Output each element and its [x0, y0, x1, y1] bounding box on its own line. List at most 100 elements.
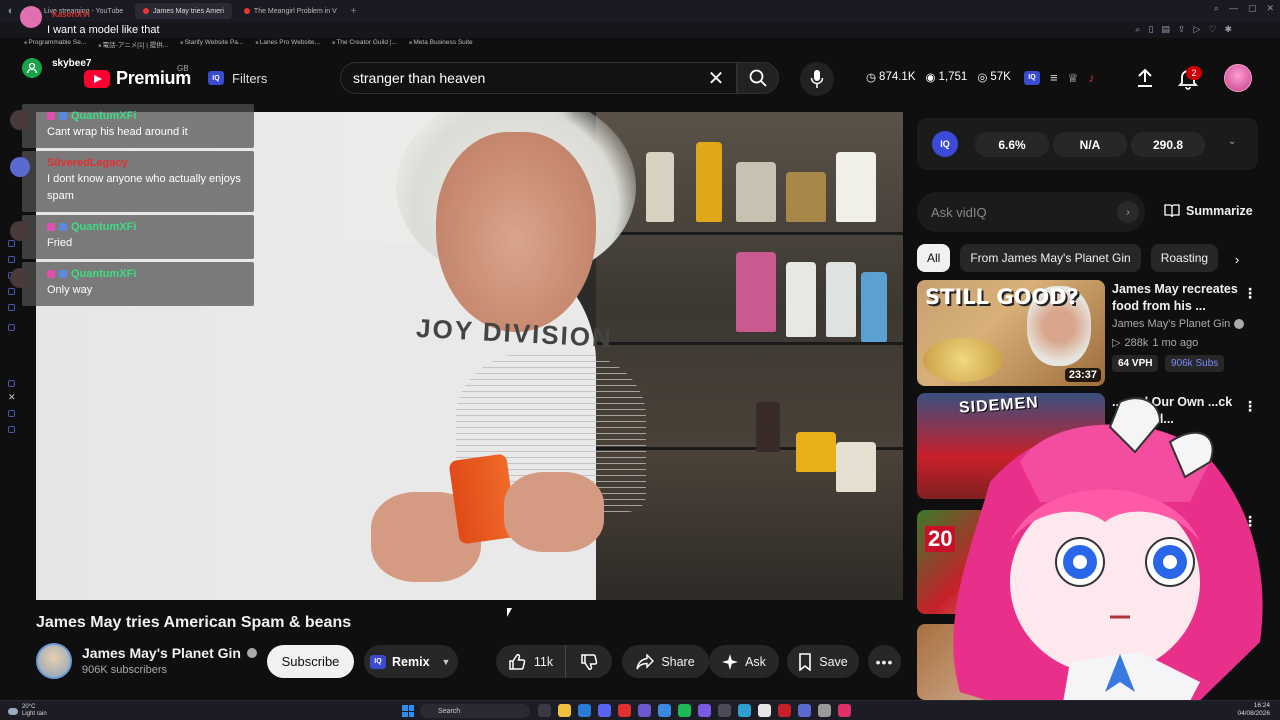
search-icon[interactable]: ⌕ — [1214, 3, 1219, 14]
vidiq-stat-pill[interactable]: 6.6% — [975, 132, 1049, 157]
search-value: stranger than heaven — [353, 70, 486, 86]
vidiq-logo-icon[interactable]: IQ — [932, 131, 958, 157]
reader-icon[interactable]: ▤ — [1161, 24, 1170, 35]
subscribe-button[interactable]: Subscribe — [267, 645, 354, 678]
address-bar[interactable]: ⌕ ▯ ▤ ⇪ ▷ ♡ ✱ — [0, 22, 1280, 38]
channel-name[interactable]: James May's Planet Gin — [1112, 318, 1230, 330]
taskbar-clock[interactable]: 16:24 04/08/2026 — [1237, 702, 1270, 718]
app-icon[interactable] — [658, 704, 671, 717]
menu-icon[interactable]: ≡ — [1050, 70, 1058, 85]
recommendation-thumbnail[interactable]: STILL GOOD? 23:37 — [917, 280, 1105, 386]
maximize-button[interactable]: ▢ — [1248, 3, 1257, 14]
puzzle-icon[interactable]: ✱ — [1224, 24, 1232, 35]
recommendation-title[interactable]: James May recreates food from his ... — [1112, 281, 1242, 315]
weather-widget[interactable]: 20°C Light rain — [8, 704, 47, 718]
bookmark-item[interactable]: Starify Website Pa... — [180, 39, 244, 49]
more-actions-button[interactable]: ••• — [868, 645, 901, 678]
like-button[interactable]: 11k — [496, 645, 566, 678]
filter-chips: All From James May's Planet Gin Roasting — [917, 244, 1219, 272]
ask-submit-button[interactable]: › — [1117, 201, 1139, 223]
extension-icon[interactable]: ▯ — [1148, 24, 1153, 35]
account-avatar[interactable] — [1224, 64, 1252, 92]
browser-menu-icon[interactable]: ◐ — [0, 0, 22, 22]
vidiq-stat-pill[interactable]: N/A — [1053, 132, 1127, 157]
bookmark-item[interactable]: Lanes Pro Website... — [255, 39, 320, 49]
voice-search-button[interactable] — [800, 62, 834, 96]
file-explorer-icon[interactable] — [558, 704, 571, 717]
x-icon[interactable]: ✕ — [8, 392, 16, 403]
user-icon — [22, 58, 42, 78]
channel-name-row[interactable]: James May's Planet Gin — [82, 645, 257, 661]
weather-temp: 20°C — [22, 704, 36, 710]
app-icon[interactable] — [718, 704, 731, 717]
video-frame-shelf — [596, 342, 903, 345]
windows-start-icon[interactable] — [402, 705, 414, 717]
trophy-icon[interactable]: ♕ — [1068, 71, 1079, 85]
zoom-icon[interactable]: ⌕ — [1135, 24, 1140, 35]
chip-all[interactable]: All — [917, 244, 951, 272]
youtube-tab-icon — [143, 8, 150, 14]
create-upload-button[interactable] — [1136, 68, 1154, 93]
sidebar-app-icon[interactable] — [8, 426, 15, 433]
youtube-premium-logo[interactable]: Premium — [84, 68, 191, 89]
more-vertical-icon[interactable]: ⋮ — [1243, 284, 1257, 302]
task-view-icon[interactable] — [538, 704, 551, 717]
ask-vidiq-input[interactable]: Ask vidIQ — [917, 192, 1145, 232]
tab-james-may[interactable]: James May tries Ameri — [135, 3, 232, 19]
sidebar-app-icon[interactable] — [8, 240, 15, 247]
steam-icon[interactable] — [578, 704, 591, 717]
search-input[interactable]: stranger than heaven — [340, 62, 737, 94]
bookmark-item[interactable]: Programmable Se... — [24, 39, 86, 49]
chip-roasting[interactable]: Roasting — [1150, 244, 1219, 272]
sidebar-app-icon[interactable] — [8, 288, 15, 295]
minimize-button[interactable]: — — [1229, 3, 1238, 14]
app-icon[interactable] — [638, 704, 651, 717]
app-icon[interactable] — [778, 704, 791, 717]
sidebar-app-icon[interactable] — [8, 304, 15, 311]
app-icon[interactable] — [758, 704, 771, 717]
play-icon[interactable]: ▷ — [1193, 24, 1200, 35]
search-button[interactable] — [737, 62, 779, 94]
vidiq-stat-pill[interactable]: 290.8 — [1131, 132, 1205, 157]
taskbar-search[interactable]: Search — [420, 704, 530, 718]
sidebar-app-icon[interactable] — [8, 380, 15, 387]
bookmark-item[interactable]: The Creator Guild |... — [332, 39, 397, 49]
sidebar-app-icon[interactable] — [8, 256, 15, 263]
clear-search-icon[interactable]: ✕ — [704, 66, 728, 90]
chevron-down-icon[interactable]: ▼ — [442, 657, 451, 667]
moderator-badge-icon — [59, 223, 67, 231]
discord-icon[interactable] — [598, 704, 611, 717]
app-icon[interactable] — [798, 704, 811, 717]
recommendation-channel[interactable]: James May's Planet Gin — [1112, 318, 1245, 330]
filters-button[interactable]: IQ Filters — [200, 67, 275, 89]
bookmarks-bar: Programmable Se... 電話-アニメ[1] | 提供... Sta… — [24, 39, 472, 49]
bookmark-item[interactable]: 電話-アニメ[1] | 提供... — [98, 39, 168, 49]
summarize-button[interactable]: Summarize — [1164, 204, 1253, 218]
alert-bell-icon[interactable]: ♪ — [1088, 71, 1094, 85]
channel-name[interactable]: James May's Planet Gin — [82, 645, 241, 661]
channel-avatar[interactable] — [36, 643, 72, 679]
spotify-icon[interactable] — [678, 704, 691, 717]
favorite-icon[interactable]: ♡ — [1208, 24, 1216, 35]
app-icon[interactable] — [838, 704, 851, 717]
bookmark-item[interactable]: Meta Business Suite — [409, 39, 472, 49]
new-tab-button[interactable]: + — [351, 6, 357, 17]
tab-meangirl[interactable]: The Meangirl Problem in V — [236, 3, 345, 19]
share-icon[interactable]: ⇪ — [1178, 24, 1186, 35]
opera-icon[interactable] — [618, 704, 631, 717]
chip-from-channel[interactable]: From James May's Planet Gin — [960, 244, 1141, 272]
share-button[interactable]: Share — [622, 645, 709, 678]
vidiq-icon[interactable]: IQ — [1024, 70, 1040, 85]
close-window-button[interactable]: ✕ — [1266, 3, 1274, 14]
app-icon[interactable] — [738, 704, 751, 717]
ask-button[interactable]: Ask — [709, 645, 779, 678]
sidebar-app-icon[interactable] — [8, 324, 15, 331]
sidebar-app-icon[interactable] — [8, 410, 15, 417]
dislike-button[interactable] — [566, 645, 612, 678]
chevron-down-icon[interactable]: ⌄ — [1228, 136, 1236, 147]
save-button[interactable]: Save — [787, 645, 859, 678]
remix-button[interactable]: IQ Remix ▼ — [364, 645, 458, 678]
app-icon[interactable] — [698, 704, 711, 717]
chevron-right-icon[interactable]: › — [1226, 248, 1248, 270]
settings-icon[interactable] — [818, 704, 831, 717]
